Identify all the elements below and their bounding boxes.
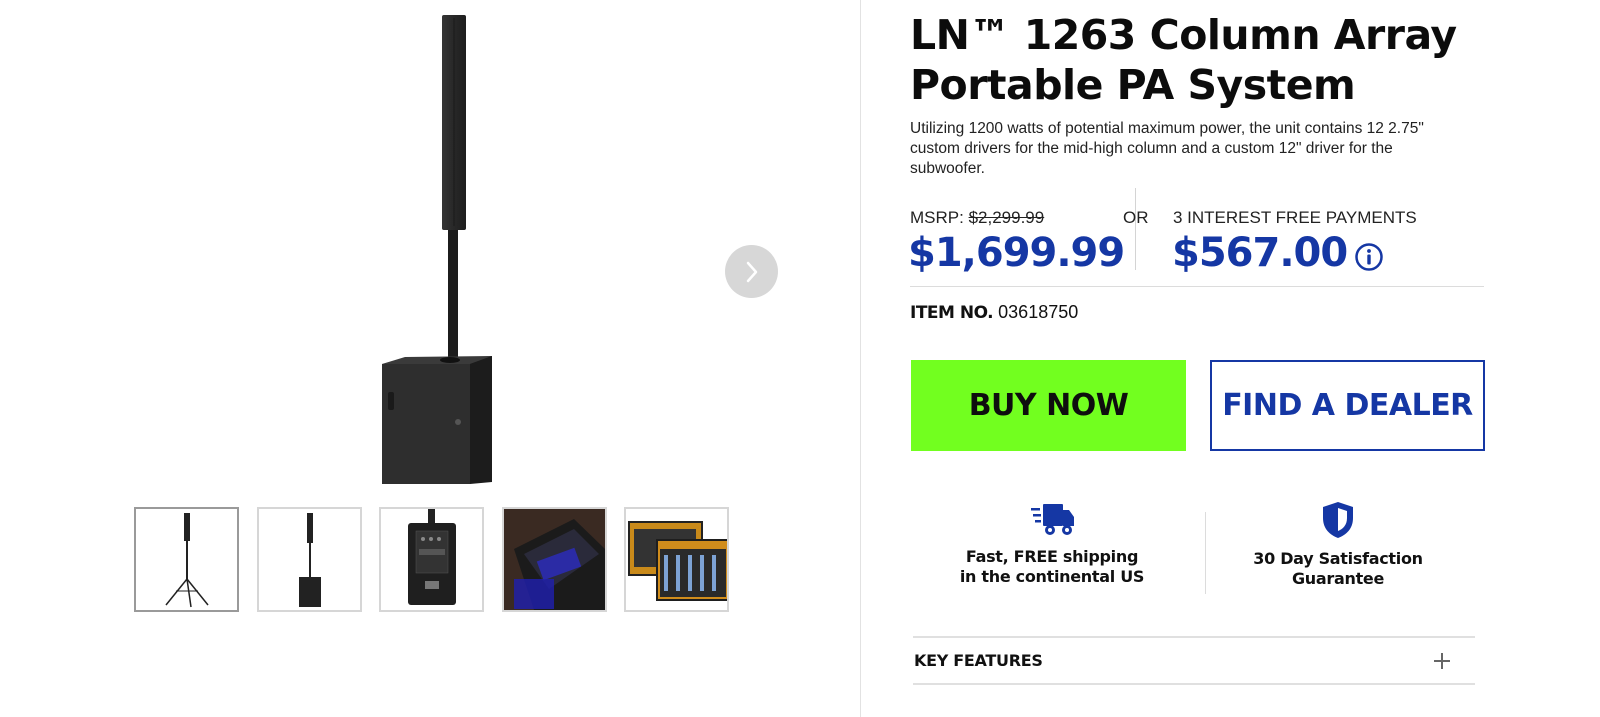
or-label: OR (1123, 208, 1149, 227)
badge-separator (1205, 512, 1206, 594)
shipping-badge: Fast, FREE shipping in the continental U… (937, 500, 1167, 587)
msrp-price: $2,299.99 (968, 208, 1045, 227)
msrp: MSRP: $2,299.99 (910, 208, 1044, 228)
vertical-divider (860, 0, 861, 717)
item-number: ITEM NO. 03618750 (910, 302, 1078, 323)
next-image-button[interactable] (725, 245, 778, 298)
key-features-accordion[interactable]: KEY FEATURES (913, 638, 1475, 683)
price-divider (910, 286, 1484, 287)
accordion-bottom-border (913, 683, 1475, 685)
product-title: LN™ 1263 Column Array Portable PA System (910, 11, 1457, 109)
guarantee-text: 30 Day Satisfaction Guarantee (1253, 549, 1423, 588)
truck-icon (1031, 504, 1074, 535)
msrp-label: MSRP: (910, 208, 964, 227)
thumbnail-3[interactable] (379, 507, 484, 612)
find-dealer-button[interactable]: FIND A DEALER (1210, 360, 1485, 451)
payments-label: 3 INTEREST FREE PAYMENTS (1173, 208, 1417, 227)
sale-price: $1,699.99 (908, 230, 1125, 276)
main-product-image (360, 12, 510, 492)
payment-amount: $567.00 (1172, 230, 1348, 276)
guarantee-badge: 30 Day Satisfaction Guarantee (1223, 500, 1453, 589)
price-separator (1135, 188, 1136, 270)
item-number-label: ITEM NO. (910, 303, 994, 323)
thumbnail-2[interactable] (257, 507, 362, 612)
buy-now-button[interactable]: BUY NOW (911, 360, 1186, 451)
shield-icon (1323, 502, 1353, 538)
shipping-text: Fast, FREE shipping in the continental U… (959, 547, 1145, 586)
thumbnail-4[interactable] (502, 507, 607, 612)
plus-icon (1434, 652, 1450, 669)
info-icon[interactable] (1354, 242, 1384, 272)
key-features-label: KEY FEATURES (914, 651, 1043, 670)
thumbnail-1[interactable] (134, 507, 239, 612)
thumbnail-5[interactable] (624, 507, 729, 612)
chevron-right-icon (746, 261, 757, 282)
item-number-value: 03618750 (998, 302, 1079, 322)
product-description: Utilizing 1200 watts of potential maximu… (910, 120, 1424, 177)
